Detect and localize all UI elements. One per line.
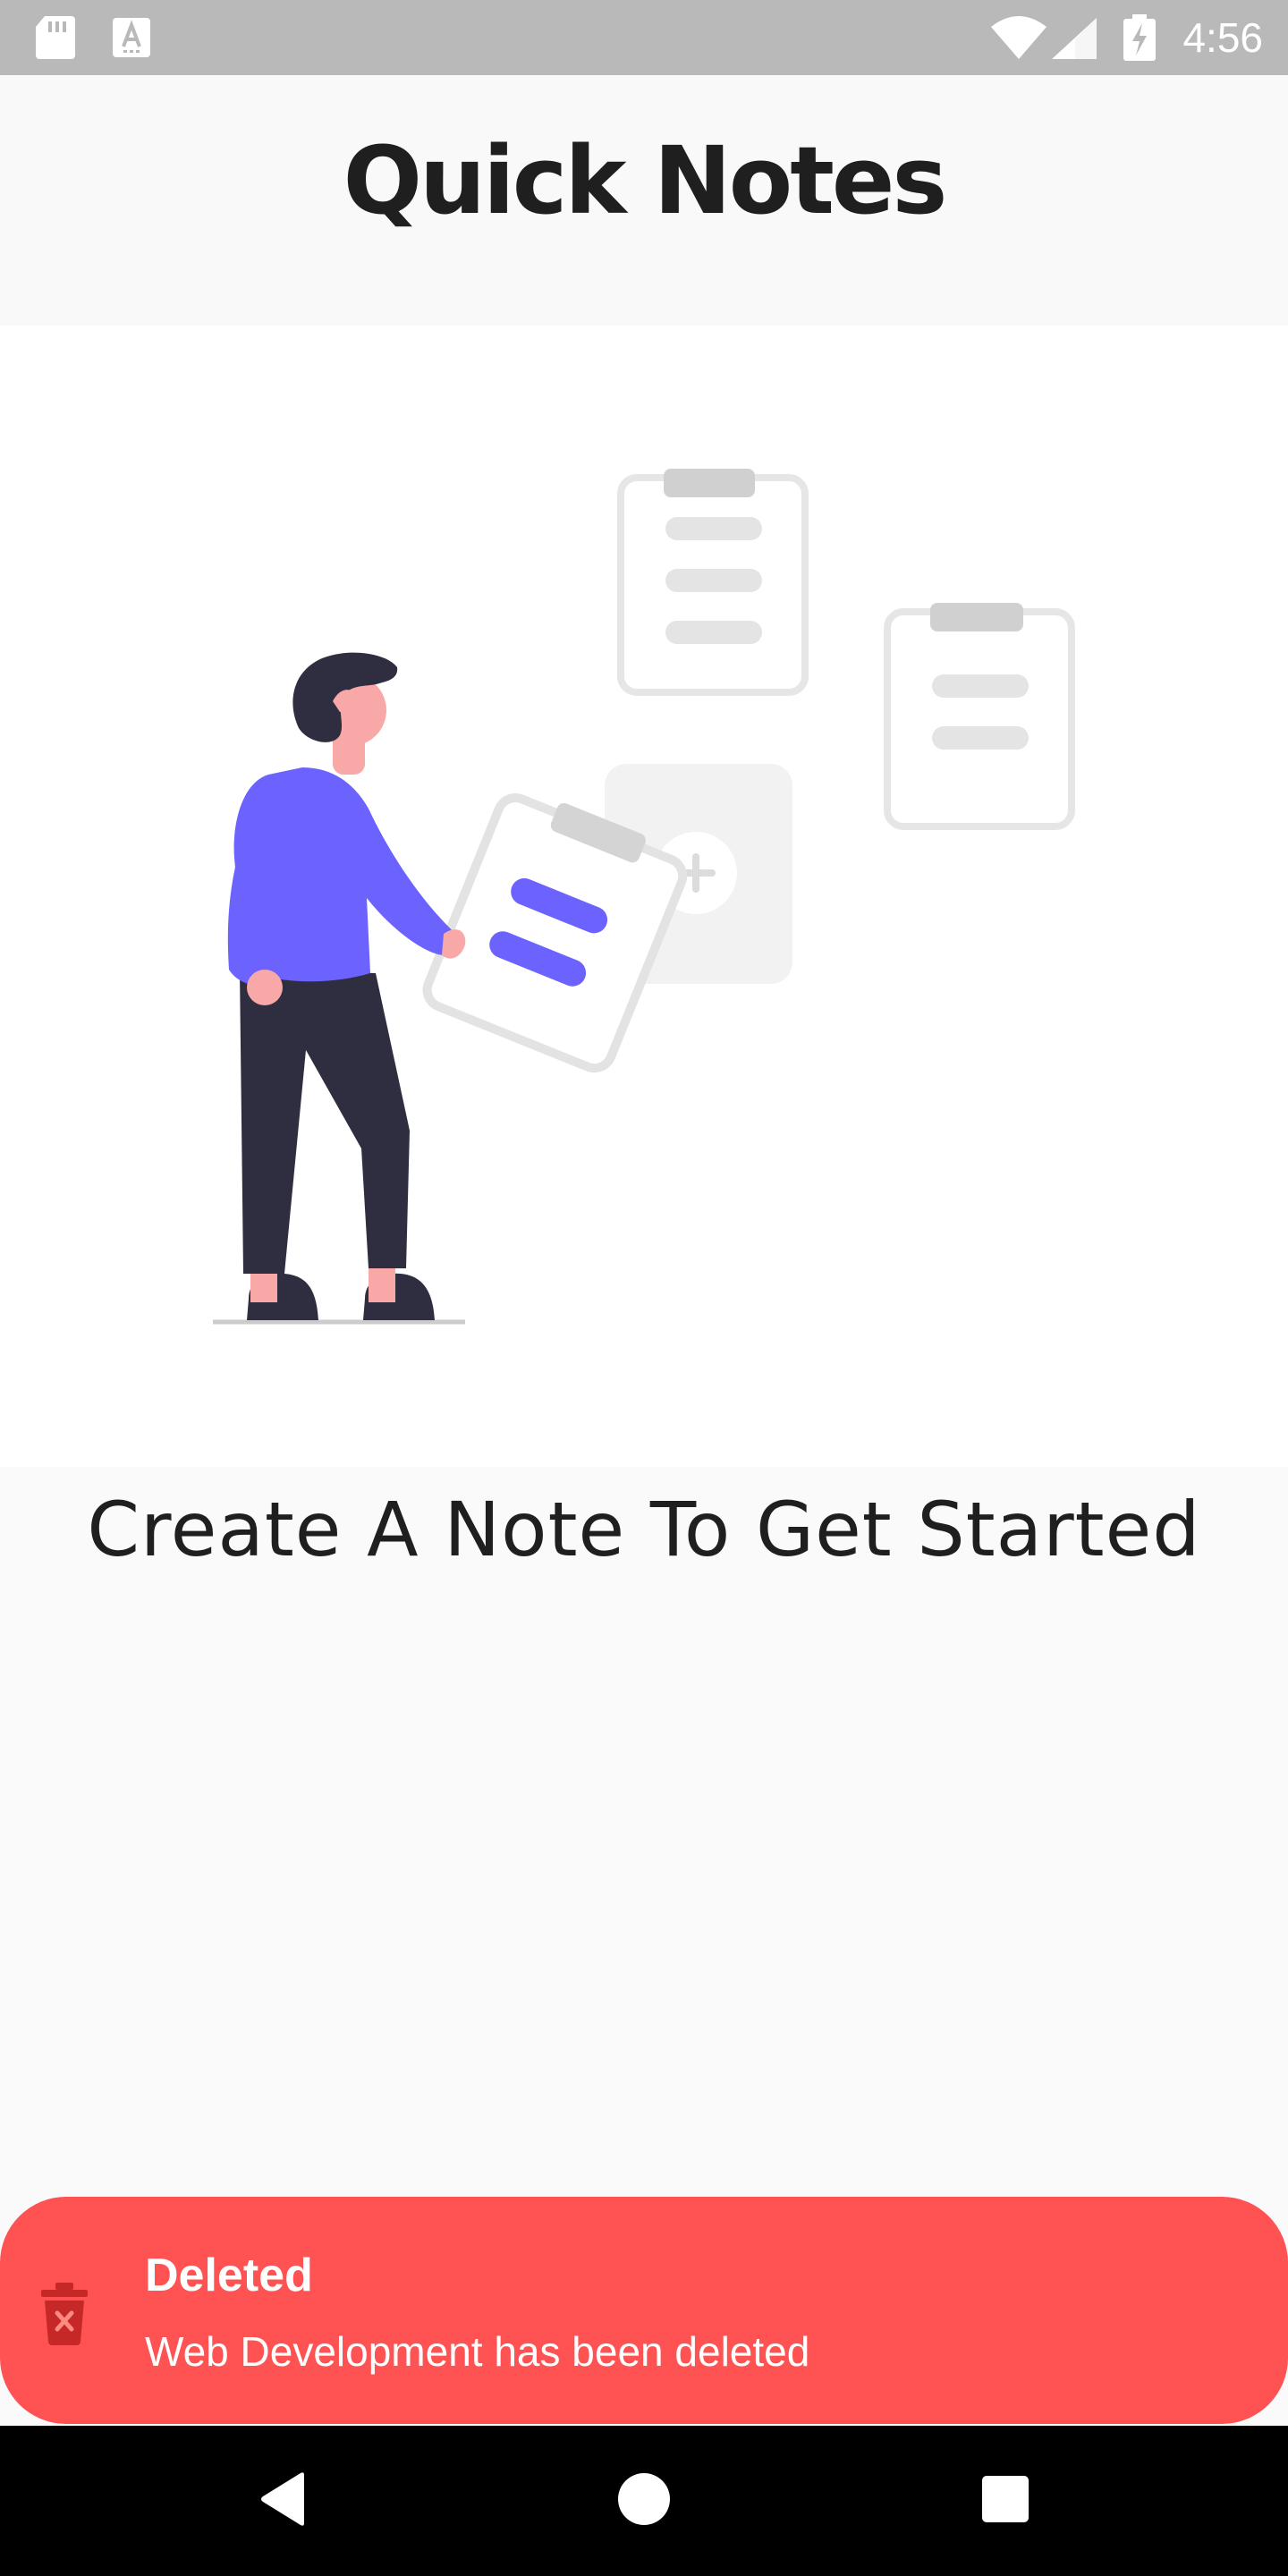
trash-icon [41,2283,88,2350]
deleted-snackbar[interactable]: Deleted Web Development has been deleted [0,2197,1288,2424]
app-title: Quick Notes [343,126,948,235]
home-icon [617,2472,671,2530]
home-button[interactable] [599,2456,689,2546]
snackbar-message: Web Development has been deleted [145,2328,810,2375]
wifi-icon [991,16,1046,64]
snackbar-title: Deleted [145,2250,313,2301]
clipboard-top-center-icon [617,469,809,696]
status-clock: 4:56 [1182,14,1263,61]
recents-button[interactable] [961,2456,1050,2546]
empty-state-message: Create A Note To Get Started [87,1486,1201,1573]
app-header: Quick Notes [0,75,1288,326]
back-button[interactable] [238,2456,327,2546]
navigation-bar [0,2426,1288,2576]
sd-card-icon [36,16,75,64]
cell-signal-icon [1052,18,1097,64]
status-bar: 4:56 [0,0,1288,75]
recents-icon [980,2474,1030,2529]
back-icon [258,2471,308,2531]
clipboard-right-icon [884,603,1075,830]
empty-state-illustration [0,326,1288,1467]
a-notification-icon [113,18,150,62]
battery-charging-icon [1123,14,1156,65]
